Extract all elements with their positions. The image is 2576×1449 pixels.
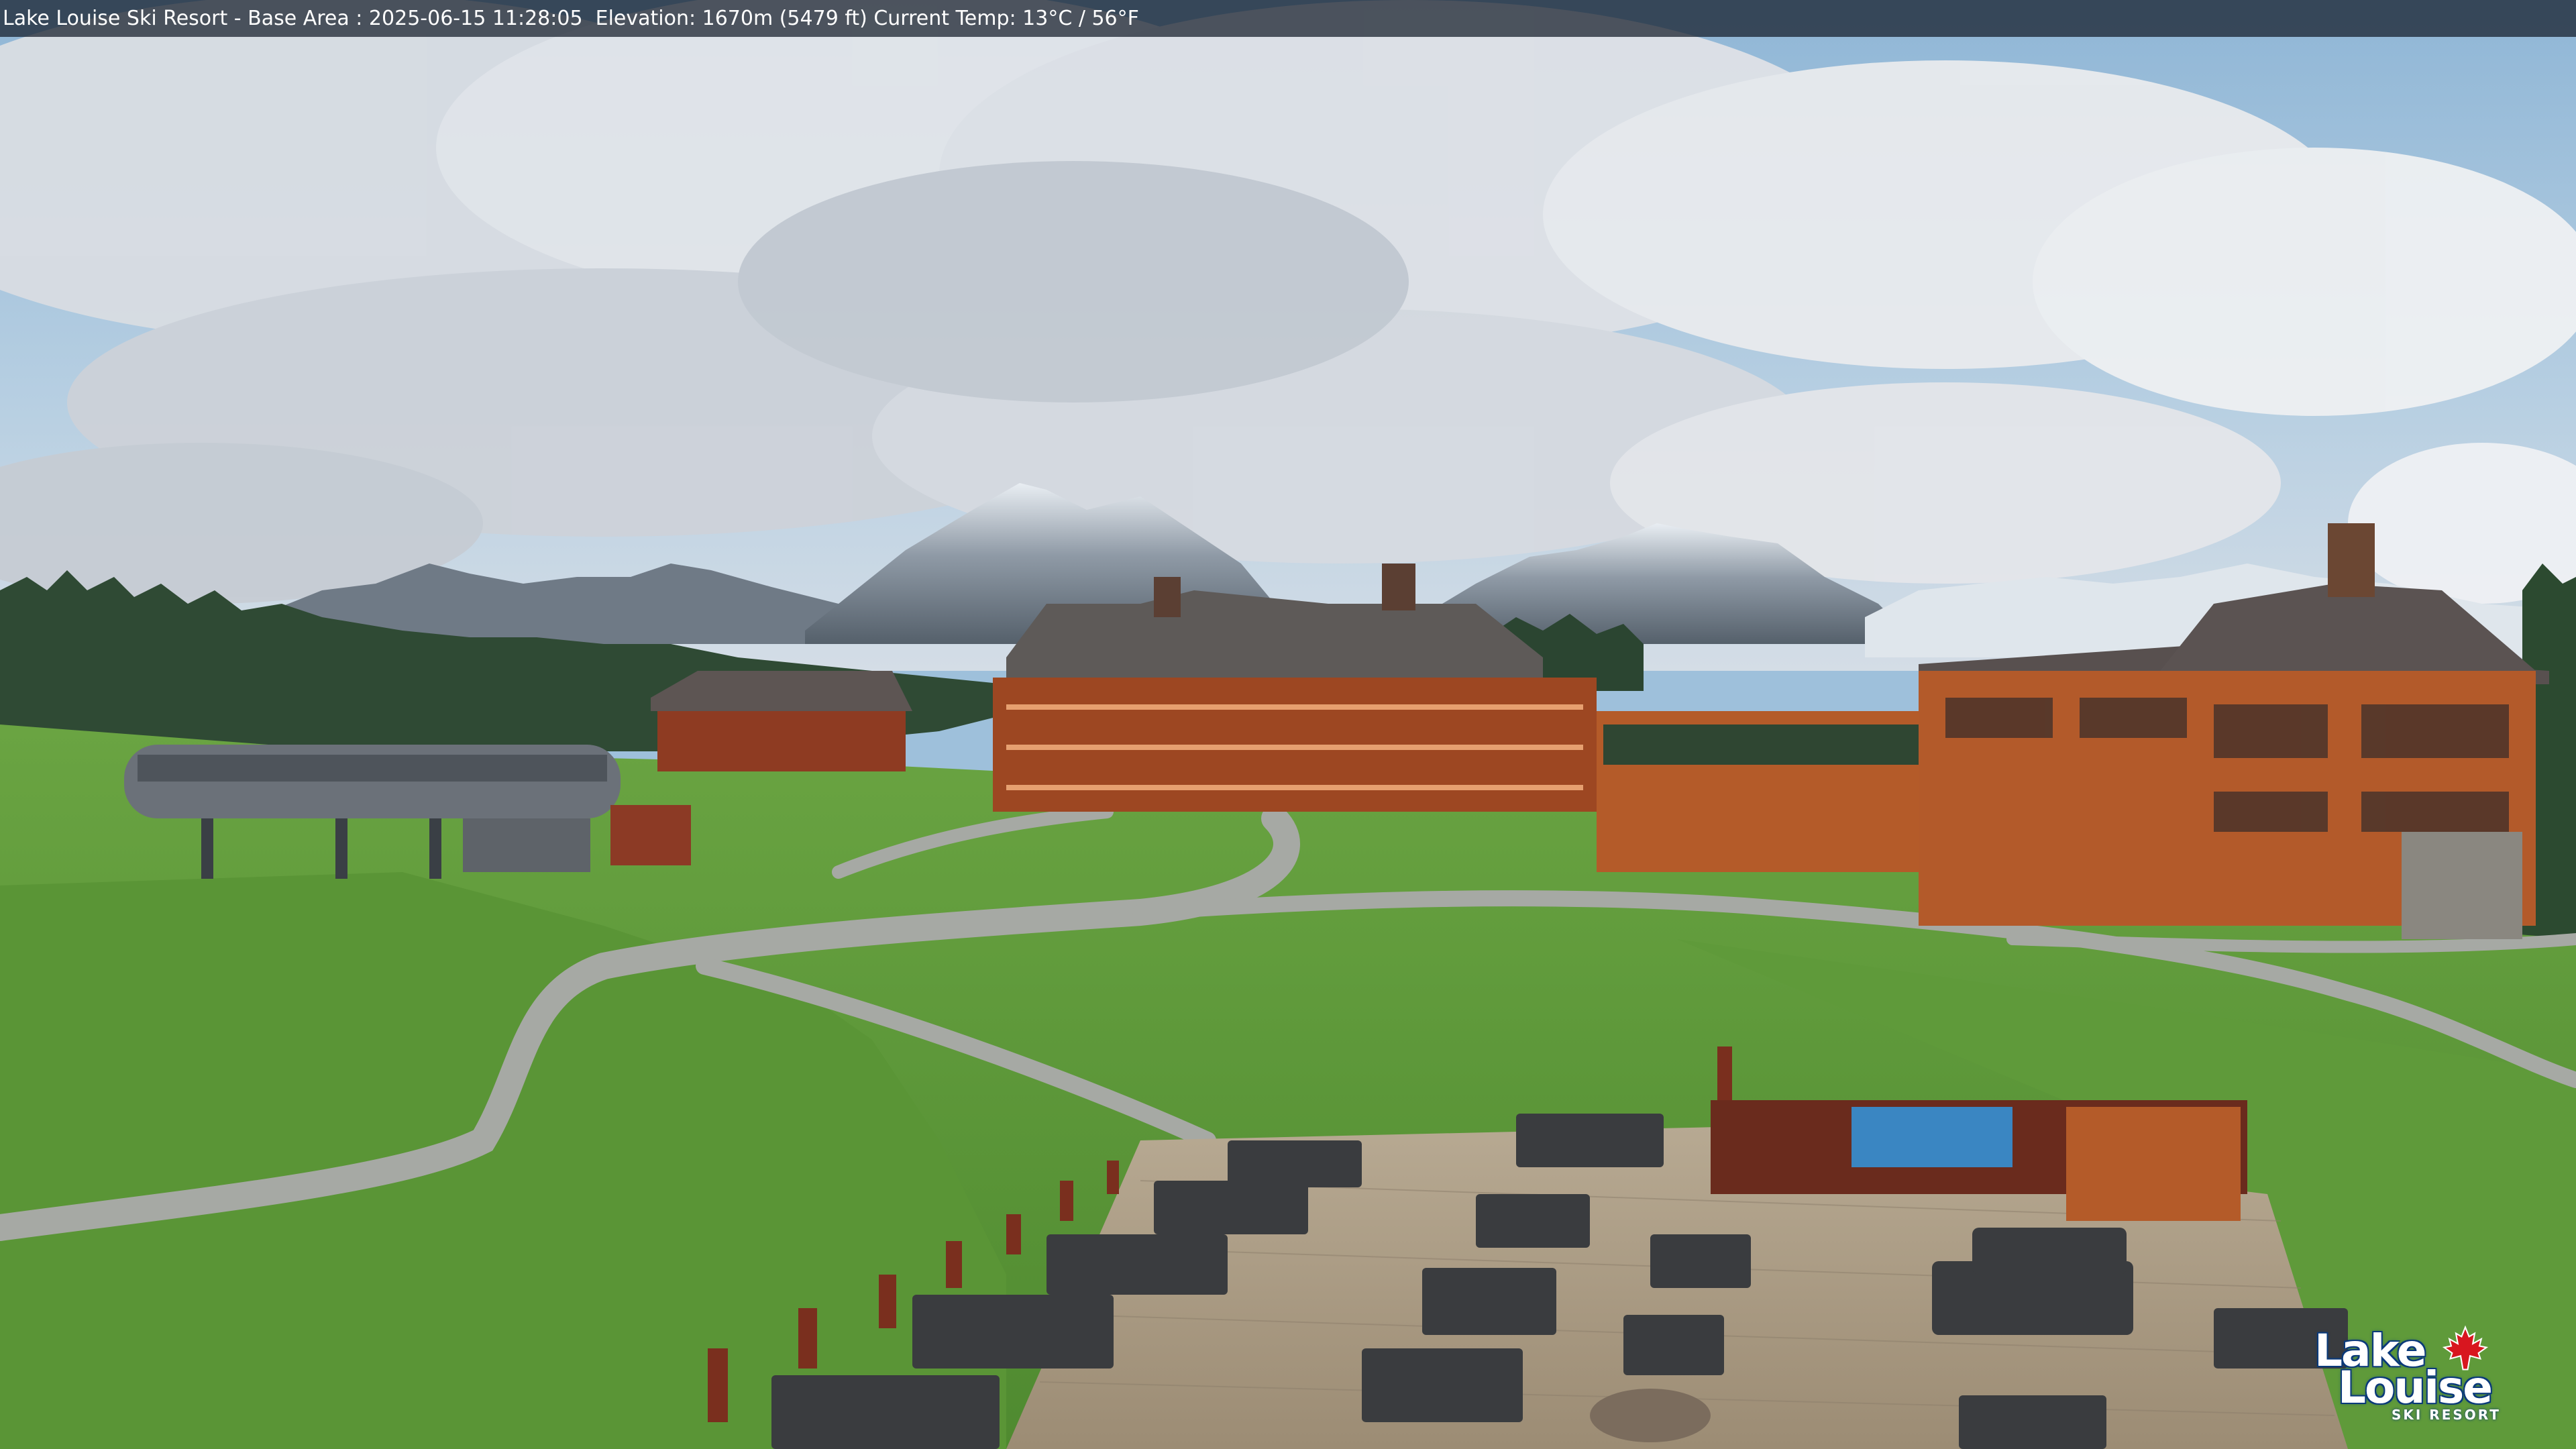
camera-info-bar: Lake Louise Ski Resort - Base Area : 202… <box>0 0 2576 37</box>
fire-pit <box>1590 1389 1711 1442</box>
small-lodge <box>651 671 912 771</box>
logo-line-2: Louise <box>2338 1362 2493 1413</box>
logo-line-3: SKI RESORT <box>2392 1407 2501 1423</box>
lake-louise-logo: Lake Louise SKI RESORT <box>2311 1325 2512 1426</box>
storage-tarp <box>1851 1107 2012 1167</box>
webcam-scene <box>0 0 2576 1449</box>
shed <box>2066 1107 2241 1221</box>
